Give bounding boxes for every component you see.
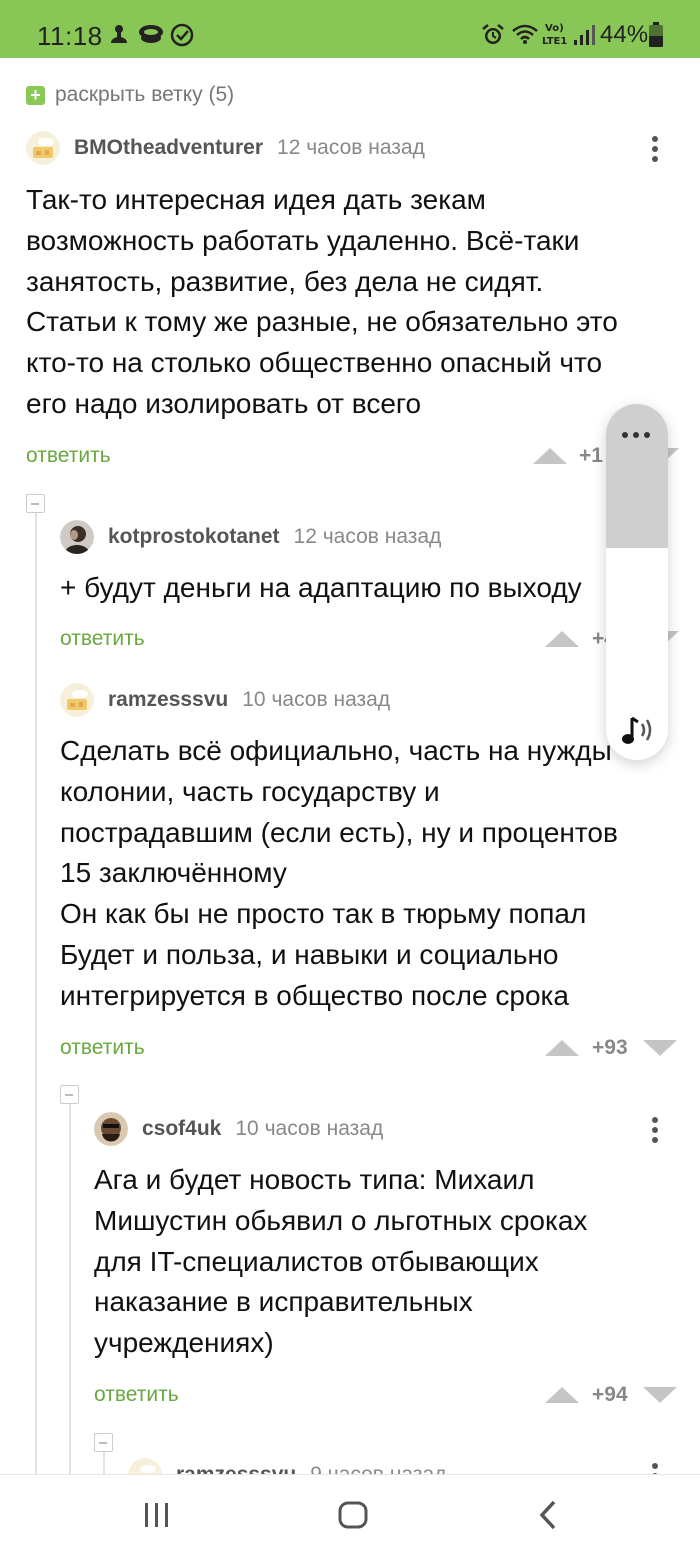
- home-icon[interactable]: [336, 1497, 370, 1533]
- collapse-thread-button[interactable]: [60, 1085, 79, 1104]
- check-icon: [170, 23, 194, 47]
- plus-icon: +: [26, 85, 45, 105]
- back-icon[interactable]: [536, 1497, 560, 1533]
- username[interactable]: ramzesssvu: [176, 1463, 296, 1474]
- avatar[interactable]: [128, 1458, 162, 1474]
- sound-icon[interactable]: [618, 714, 658, 748]
- comment-header: ramzesssvu 9 часов назад: [128, 1458, 446, 1474]
- avatar[interactable]: [60, 683, 94, 717]
- username[interactable]: ramzesssvu: [108, 688, 228, 712]
- expand-thread-label: раскрыть ветку (5): [55, 83, 235, 106]
- comment-score: +1: [579, 444, 603, 467]
- battery-percent: 44%: [600, 21, 649, 48]
- expand-thread-button[interactable]: + раскрыть ветку (5): [26, 83, 234, 107]
- svg-text:LTE1: LTE1: [542, 36, 567, 47]
- avatar[interactable]: [60, 520, 94, 554]
- recent-apps-icon[interactable]: [143, 1497, 171, 1533]
- more-options-icon[interactable]: [650, 1463, 660, 1474]
- comment-time: 10 часов назад: [235, 1117, 384, 1140]
- upvote-icon[interactable]: [533, 448, 567, 464]
- more-options-icon[interactable]: [650, 136, 660, 166]
- downvote-icon[interactable]: [643, 1040, 677, 1056]
- upvote-icon[interactable]: [545, 631, 579, 647]
- collapse-thread-button[interactable]: [94, 1433, 113, 1452]
- status-time: 11:18: [37, 21, 103, 51]
- upvote-icon[interactable]: [545, 1040, 579, 1056]
- thread-line: [35, 513, 37, 1474]
- alarm-icon: [482, 24, 504, 44]
- comment-header: BMOtheadventurer 12 часов назад: [26, 131, 425, 165]
- username[interactable]: BMOtheadventurer: [74, 136, 263, 160]
- comment-body: Сделать всё официально, часть на нужды к…: [60, 735, 618, 1011]
- reply-button[interactable]: ответить: [60, 1036, 145, 1060]
- comment-time: 10 часов назад: [242, 688, 391, 711]
- svg-text:Vo): Vo): [545, 23, 564, 34]
- chat-icon: [139, 25, 163, 43]
- lte-icon: Vo) LTE1: [542, 23, 567, 47]
- downvote-icon[interactable]: [643, 1387, 677, 1403]
- comment-header: csof4uk 10 часов назад: [94, 1112, 383, 1146]
- signal-icon: [574, 25, 595, 45]
- battery-icon: [649, 22, 663, 47]
- comment-body: Ага и будет новость типа: Михаил Мишусти…: [94, 1164, 588, 1359]
- status-bar: 11:18 Vo) LTE1 44%: [0, 0, 700, 58]
- comment-time: 12 часов назад: [293, 525, 442, 548]
- comment-body: + будут деньги на адаптацию по выходу: [60, 572, 582, 603]
- collapse-thread-button[interactable]: [26, 494, 45, 513]
- reply-button[interactable]: ответить: [60, 627, 145, 651]
- comment-score: +94: [592, 1383, 628, 1406]
- more-horizontal-icon[interactable]: [622, 432, 650, 438]
- upvote-icon[interactable]: [545, 1387, 579, 1403]
- comment-time: 12 часов назад: [277, 136, 425, 159]
- reply-button[interactable]: ответить: [26, 444, 111, 468]
- thread-line: [103, 1452, 105, 1474]
- comment-body: Так-то интересная идея дать зекам возмож…: [26, 184, 618, 419]
- floating-side-panel[interactable]: [606, 404, 668, 760]
- system-nav-bar: [0, 1474, 700, 1556]
- more-options-icon[interactable]: [650, 1117, 660, 1147]
- username[interactable]: csof4uk: [142, 1117, 221, 1141]
- username[interactable]: kotprostokotanet: [108, 525, 280, 549]
- panel-handle[interactable]: [606, 404, 668, 548]
- comment-score: +93: [592, 1036, 628, 1059]
- avatar[interactable]: [94, 1112, 128, 1146]
- comment-header: kotprostokotanet 12 часов назад: [60, 520, 441, 554]
- avatar[interactable]: [26, 131, 60, 165]
- wifi-icon: [512, 24, 538, 44]
- comment-time: 9 часов назад: [310, 1463, 446, 1474]
- notification-icon: [111, 25, 127, 43]
- comments-list[interactable]: + раскрыть ветку (5) BMOtheadventurer 12…: [0, 58, 700, 1474]
- comment-header: ramzesssvu 10 часов назад: [60, 683, 390, 717]
- reply-button[interactable]: ответить: [94, 1383, 179, 1407]
- thread-line: [69, 1104, 71, 1474]
